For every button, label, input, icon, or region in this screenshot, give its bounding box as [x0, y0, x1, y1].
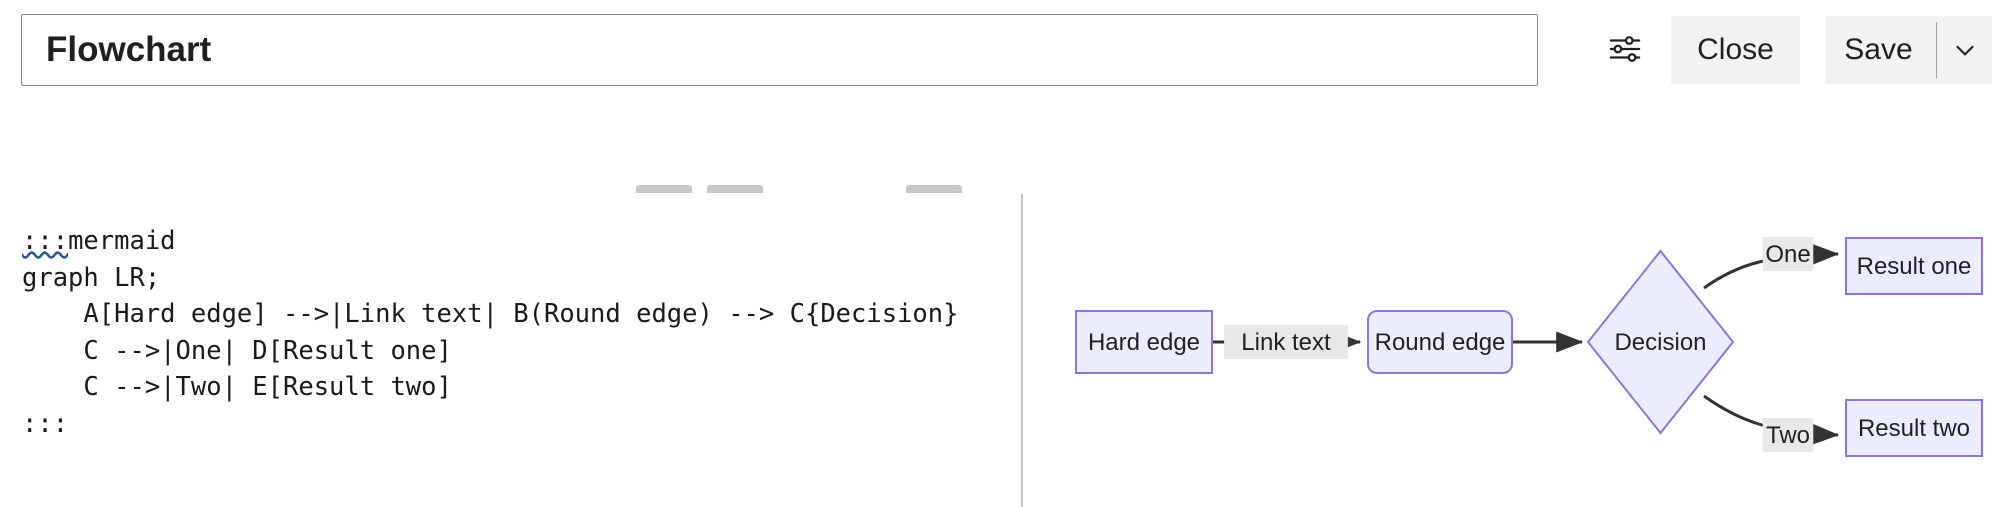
- node-decision-label: Decision: [1614, 329, 1706, 356]
- settings-sliders-icon[interactable]: [1601, 25, 1649, 73]
- markdown-editor-pane[interactable]: :::mermaid graph LR; A[Hard edge] -->|Li…: [0, 193, 1021, 507]
- save-split-button: Save: [1825, 16, 1992, 84]
- edge-label-link-text: Link text: [1241, 329, 1331, 356]
- save-button[interactable]: Save: [1825, 16, 1936, 84]
- mermaid-editor-window: Close Save BI123AbcMarkdown supported. :…: [0, 0, 2011, 507]
- save-options-chevron-down-icon[interactable]: [1937, 16, 1992, 84]
- note-title-input[interactable]: [21, 14, 1538, 86]
- edge-label-one: One: [1765, 241, 1810, 268]
- close-button[interactable]: Close: [1671, 16, 1800, 84]
- mermaid-preview-pane: Link text One Two Hard edge Round edge Decisi…: [1023, 193, 2011, 507]
- mermaid-code-text[interactable]: :::mermaid graph LR; A[Hard edge] -->|Li…: [22, 223, 1002, 442]
- formatting-toolbar: BI123AbcMarkdown supported.: [0, 100, 2011, 293]
- node-result-one-label: Result one: [1857, 253, 1972, 280]
- node-round-edge-label: Round edge: [1375, 329, 1506, 356]
- edge-label-two: Two: [1766, 422, 1810, 449]
- node-hard-edge-label: Hard edge: [1088, 329, 1200, 356]
- node-result-two-label: Result two: [1858, 415, 1970, 442]
- header-bar: Close Save: [0, 0, 2011, 100]
- mermaid-flowchart-diagram: Link text One Two Hard edge Round edge Decisi…: [1075, 237, 1983, 457]
